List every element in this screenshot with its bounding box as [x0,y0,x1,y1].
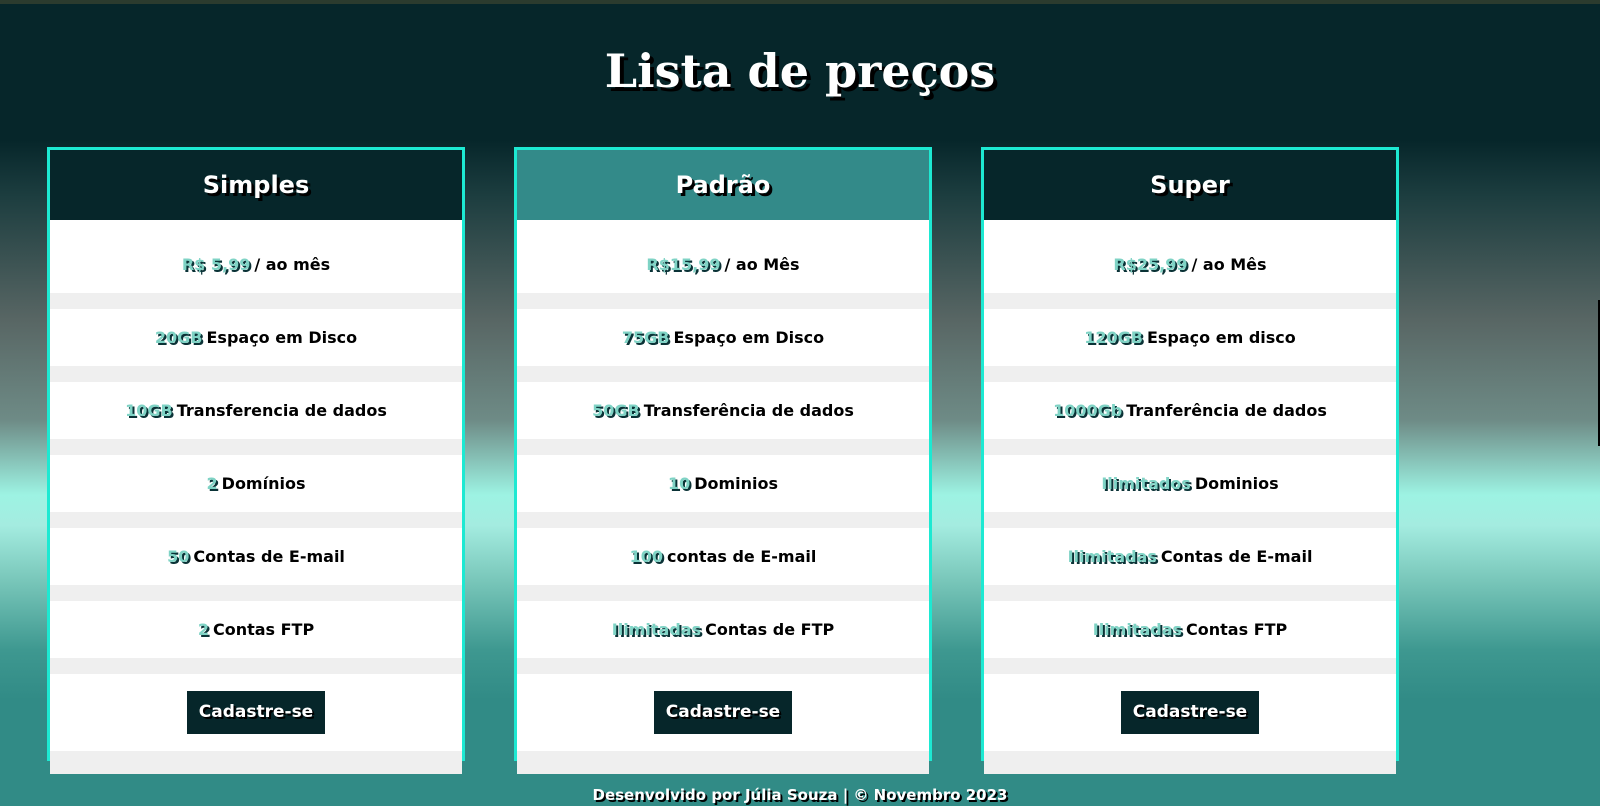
page-footer: Desenvolvido por Júlia Souza | © Novembr… [592,786,1008,804]
signup-button-simples[interactable]: Cadastre-se [186,691,326,734]
ftp-row: Ilimitadas Contas FTP [984,601,1396,658]
email-label: contas de E-mail [667,547,817,566]
pricing-card-super: Super R$25,99 / ao Mês 120GB Espaço em d… [981,147,1399,774]
disk-row: 20GB Espaço em Disco [50,309,462,366]
domains-label: Dominios [1194,474,1279,493]
price-row: R$25,99 / ao Mês [984,236,1396,293]
domains-value: 2 [206,474,218,493]
ftp-value: Ilimitadas [611,620,702,639]
ftp-row: Ilimitadas Contas de FTP [517,601,929,658]
plan-name: Simples [202,171,310,199]
ftp-row: 2 Contas FTP [50,601,462,658]
ftp-label: Contas FTP [1186,620,1288,639]
transfer-label: Tranferência de dados [1126,401,1327,420]
disk-label: Espaço em disco [1146,328,1296,347]
domains-value: Ilimitados [1101,474,1191,493]
email-row: Ilimitadas Contas de E-mail [984,528,1396,585]
plan-name: Padrão [675,171,771,199]
price-value: R$ 5,99 [181,255,251,274]
ftp-label: Contas FTP [212,620,315,639]
email-row: 50 Contas de E-mail [50,528,462,585]
card-header: Simples [50,150,462,220]
pricing-card-padrao: Padrão R$15,99 / ao Mês 75GB Espaço em D… [514,147,932,774]
domains-row: 10 Dominios [517,455,929,512]
email-value: 50 [167,547,190,566]
ftp-value: Ilimitadas [1092,620,1183,639]
price-suffix: / ao Mês [724,255,800,274]
disk-row: 75GB Espaço em Disco [517,309,929,366]
page-title: Lista de preços [604,44,996,98]
disk-value: 75GB [621,328,670,347]
transfer-label: Transferência de dados [643,401,854,420]
domains-row: 2 Domínios [50,455,462,512]
price-suffix: / ao Mês [1191,255,1267,274]
disk-label: Espaço em Disco [206,328,358,347]
transfer-value: 50GB [592,401,640,420]
card-body: R$ 5,99 / ao mês 20GB Espaço em Disco 10… [50,236,462,774]
card-header: Padrão [517,150,929,220]
domains-label: Domínios [221,474,306,493]
signup-button-padrao[interactable]: Cadastre-se [653,691,793,734]
price-value: R$25,99 [1113,255,1188,274]
transfer-row: 10GB Transferencia de dados [50,382,462,439]
price-value: R$15,99 [646,255,721,274]
disk-value: 120GB [1084,328,1143,347]
disk-row: 120GB Espaço em disco [984,309,1396,366]
card-header: Super [984,150,1396,220]
transfer-row: 1000Gb Tranferência de dados [984,382,1396,439]
pricing-card-simples: Simples R$ 5,99 / ao mês 20GB Espaço em … [47,147,465,774]
ftp-label: Contas de FTP [705,620,835,639]
domains-value: 10 [667,474,691,493]
disk-label: Espaço em Disco [673,328,825,347]
price-row: R$15,99 / ao Mês [517,236,929,293]
top-border-line [0,0,1600,4]
signup-row: Cadastre-se [984,674,1396,751]
price-suffix: / ao mês [254,255,331,274]
card-body: R$15,99 / ao Mês 75GB Espaço em Disco 50… [517,236,929,774]
transfer-label: Transferencia de dados [176,401,387,420]
domains-label: Dominios [694,474,779,493]
email-value: 100 [629,547,664,566]
signup-row: Cadastre-se [50,674,462,751]
transfer-value: 10GB [125,401,173,420]
transfer-row: 50GB Transferência de dados [517,382,929,439]
transfer-value: 1000Gb [1053,401,1123,420]
card-body: R$25,99 / ao Mês 120GB Espaço em disco 1… [984,236,1396,774]
price-row: R$ 5,99 / ao mês [50,236,462,293]
signup-button-super[interactable]: Cadastre-se [1120,691,1260,734]
plan-name: Super [1150,171,1230,199]
email-value: Ilimitadas [1067,547,1157,566]
email-label: Contas de E-mail [193,547,345,566]
disk-value: 20GB [154,328,203,347]
email-row: 100 contas de E-mail [517,528,929,585]
ftp-value: 2 [197,620,209,639]
signup-row: Cadastre-se [517,674,929,751]
email-label: Contas de E-mail [1160,547,1313,566]
domains-row: Ilimitados Dominios [984,455,1396,512]
